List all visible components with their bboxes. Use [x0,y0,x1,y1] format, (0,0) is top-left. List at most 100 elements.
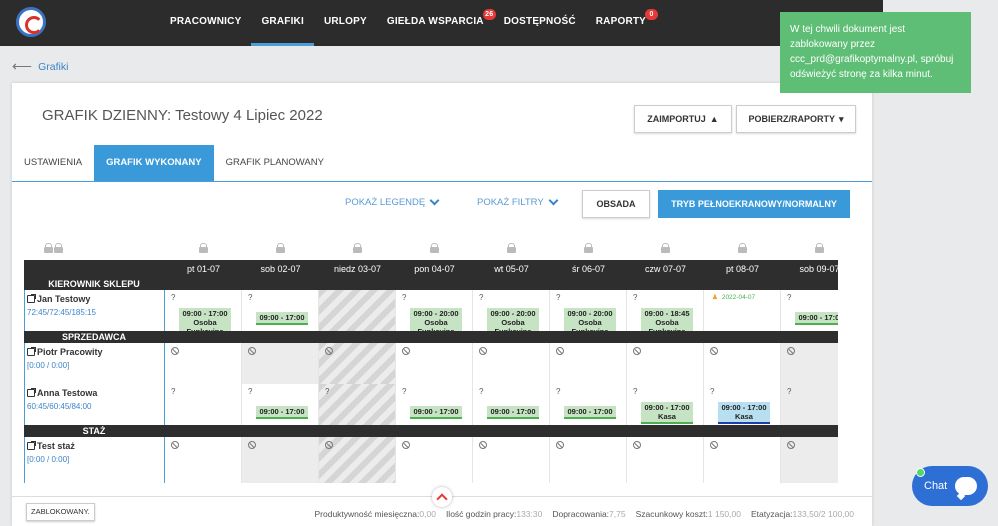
schedule-cell[interactable] [319,290,396,331]
shift-block[interactable]: 09:00 - 17:00 [410,406,462,419]
schedule-cell[interactable] [627,437,704,483]
stat-overtime: Dopracowania:7,75 [552,509,626,519]
employee-name-link[interactable]: Anna Testowa [27,388,97,398]
schedule-cell[interactable]: ? 09:00 - 17:00 [396,384,473,425]
schedule-cell[interactable]: ?09:00 - 17:00Osoba Funkcyjna [165,290,242,339]
download-reports-button[interactable]: POBIERZ/RAPORTY ▾ [736,105,856,133]
scroll-up-button[interactable] [432,487,452,507]
employee-name: Test staż [37,441,75,451]
shift-block[interactable]: 09:00 - 17:00 Kasa [718,402,770,424]
unknown-status-icon: ? [633,387,638,396]
nav-item-dostepnosc[interactable]: DOSTĘPNOŚĆ [494,0,586,46]
schedule-cell[interactable]: ?09:00 - 18:45Osoba Funkcyjna [627,290,704,339]
day-lock-icon[interactable] [276,243,285,253]
unavailable-icon [402,347,410,355]
nav-item-pracownicy[interactable]: PRACOWNICY [160,0,251,46]
schedule-cell[interactable]: ?09:00 - 20:00Osoba Funkcyjna [550,290,627,339]
nav-item-grafiki[interactable]: GRAFIKI [251,0,314,46]
schedule-cell[interactable]: ?09:00 - 20:00Osoba Funkcyjna [396,290,473,339]
shift-time: 09:00 - 17:00 [259,313,305,322]
app-logo[interactable] [16,7,46,37]
employee-name: Jan Testowy [37,294,91,304]
fullscreen-toggle-button[interactable]: TRYB PEŁNOEKRANOWY/NORMALNY [658,190,850,218]
schedule-cell[interactable] [319,343,396,384]
shift-block[interactable]: 09:00 - 17:00 [564,406,616,419]
schedule-cell[interactable] [165,343,242,384]
arrow-left-icon: ⟵ [12,58,33,74]
shift-time: 09:00 - 17:00 [490,407,536,416]
day-header: czw 07-07 [644,264,687,274]
day-lock-icon[interactable] [430,243,439,253]
shift-block[interactable]: 09:00 - 17:00 Kasa [641,402,693,424]
day-lock-icon[interactable] [661,243,670,253]
schedule-cell[interactable]: ? 09:00 - 17:00 [550,384,627,425]
schedule-cell[interactable] [781,437,838,483]
show-filters-toggle[interactable]: POKAŻ FILTRY [477,195,559,208]
schedule-cell[interactable]: ? 09:00 - 17:00 Kasa [704,384,781,425]
schedule-cell[interactable]: ? 09:00 - 17:00 Kasa [627,384,704,425]
employee-name-link[interactable]: Test staż [27,441,75,451]
day-lock-icon[interactable] [199,243,208,253]
schedule-cell[interactable]: ? [781,384,838,425]
schedule-cell[interactable]: ? [165,384,242,425]
schedule-cell[interactable] [627,343,704,384]
day-lock-icon[interactable] [738,243,747,253]
shift-block[interactable]: 09:00 - 17:00 [795,312,838,325]
employee-hours: 60:45/60:45/84:00 [27,402,92,411]
tab-ustawienia[interactable]: USTAWIENIA [12,145,94,181]
day-lock-icon[interactable] [507,243,516,253]
schedule-cell[interactable]: ? 09:00 - 17:00 [473,384,550,425]
tab-grafik-wykonany[interactable]: GRAFIK WYKONANY [94,145,214,181]
day-lock-icon[interactable] [584,243,593,253]
section-title: STAŻ [82,426,106,436]
day-lock-icon[interactable] [815,243,824,253]
nav-item-gielda-wsparcia[interactable]: GIEŁDA WSPARCIA 26 [377,0,496,46]
tab-grafik-planowany[interactable]: GRAFIK PLANOWANY [214,145,336,181]
unavailable-icon [171,347,179,355]
lock-icon[interactable] [54,243,63,253]
obsada-button[interactable]: OBSADA [582,190,650,218]
breadcrumb-back-link[interactable]: ⟵ Grafiki [12,58,68,75]
schedule-cell[interactable] [165,437,242,483]
schedule-cell[interactable] [242,437,319,483]
schedule-cell[interactable] [319,437,396,483]
show-legend-toggle[interactable]: POKAŻ LEGENDĘ [345,195,440,208]
nav-label: GRAFIKI [261,16,304,27]
schedule-cell[interactable] [396,343,473,384]
unknown-status-icon: ? [787,387,792,396]
schedule-cell[interactable]: ? [319,384,396,425]
schedule-cell[interactable] [473,343,550,384]
unknown-status-icon: ? [556,387,561,396]
schedule-cell[interactable]: ? 09:00 - 17:00 [781,290,838,331]
schedule-cell[interactable] [242,343,319,384]
shift-block[interactable]: 09:00 - 17:00 [256,312,308,325]
schedule-cell[interactable] [704,437,781,483]
external-link-icon [27,441,36,450]
nav-item-urlopy[interactable]: URLOPY [314,0,377,46]
lock-notification-toast[interactable]: W tej chwili dokument jest zablokowany p… [780,12,971,93]
employee-name-link[interactable]: Piotr Pracowity [27,347,103,357]
schedule-cell[interactable]: ? 09:00 - 17:00 [242,290,319,331]
schedule-cell[interactable] [550,343,627,384]
schedule-cell[interactable] [473,437,550,483]
chat-widget-button[interactable]: Chat [912,466,988,506]
schedule-cell[interactable]: ♟ 2022-04-07 [704,290,781,331]
schedule-cell[interactable]: ?09:00 - 20:00Osoba Funkcyjna [473,290,550,339]
top-navigation-bar: PRACOWNICY GRAFIKI URLOPY GIEŁDA WSPARCI… [0,0,883,46]
nav-item-raporty[interactable]: RAPORTY 0 [586,0,659,46]
day-lock-icon[interactable] [353,243,362,253]
schedule-cell[interactable] [704,343,781,384]
schedule-cell[interactable] [550,437,627,483]
schedule-cell[interactable] [781,343,838,384]
unknown-status-icon: ? [171,293,176,302]
section-header: STAŻ [24,425,838,437]
nav-label: URLOPY [323,16,367,27]
schedule-cell[interactable] [396,437,473,483]
schedule-cell[interactable]: ? 09:00 - 17:00 [242,384,319,425]
lock-icon[interactable] [44,243,53,253]
locked-status-button[interactable]: ZABLOKOWANY. [26,503,95,521]
import-button[interactable]: ZAIMPORTUJ ▲ [634,105,732,133]
shift-block[interactable]: 09:00 - 17:00 [256,406,308,419]
shift-block[interactable]: 09:00 - 17:00 [487,406,539,419]
employee-name-link[interactable]: Jan Testowy [27,294,90,304]
